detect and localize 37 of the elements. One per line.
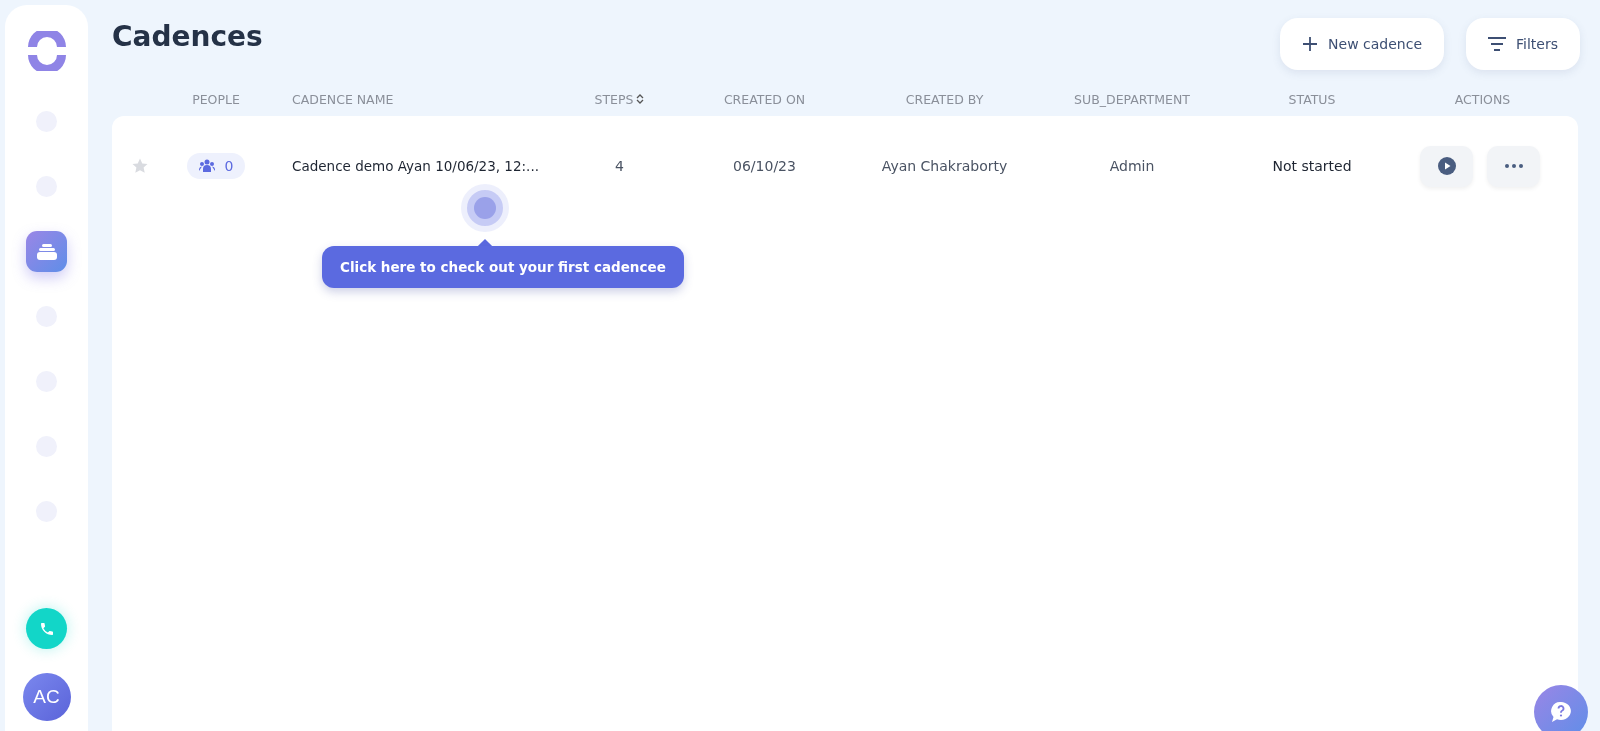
table-cell: 4	[615, 158, 624, 174]
more-button[interactable]	[1487, 145, 1540, 187]
column-header: SUB_DEPARTMENT	[1073, 91, 1191, 107]
column-header: STEPS	[572, 91, 667, 107]
sort-icon[interactable]	[636, 93, 645, 105]
column-header: CREATED ON	[722, 91, 807, 107]
status-text: Not started	[1272, 158, 1352, 174]
filters-button[interactable]: Filters	[1466, 18, 1580, 70]
more-icon	[1504, 164, 1523, 168]
phone-button[interactable]	[26, 608, 67, 649]
table-cell: Ayan Chakraborty	[881, 158, 1008, 174]
table-cell: Admin	[1109, 158, 1155, 174]
pulse-beacon-icon[interactable]	[461, 184, 509, 232]
table-cell: 06/10/23	[733, 158, 796, 174]
star-icon[interactable]	[131, 157, 149, 175]
play-button[interactable]	[1420, 145, 1473, 187]
help-chat-button[interactable]	[1534, 685, 1588, 731]
question-bubble-icon	[1549, 701, 1573, 723]
filter-icon	[1488, 37, 1507, 51]
people-icon	[198, 159, 215, 173]
nav-item[interactable]	[26, 231, 67, 272]
column-header: STATUS	[1287, 91, 1337, 107]
cadence-name-link[interactable]: Cadence demo Ayan 10/06/23, 12:...	[292, 158, 539, 174]
stack-icon	[35, 242, 58, 261]
column-header: CADENCE NAME	[291, 91, 395, 107]
ring-logo-icon	[26, 31, 67, 71]
column-header: CREATED BY	[904, 91, 985, 107]
column-header: PEOPLE	[191, 91, 241, 107]
user-avatar[interactable]: AC	[22, 673, 71, 721]
plus-icon	[1302, 36, 1319, 52]
column-header: ACTIONS	[1453, 91, 1512, 107]
play-icon	[1437, 157, 1456, 175]
new-cadence-button[interactable]: New cadence	[1280, 18, 1445, 70]
phone-icon	[38, 620, 55, 637]
page-title: Cadences	[112, 20, 263, 53]
people-count-badge[interactable]: 0	[186, 153, 246, 179]
onboarding-tooltip[interactable]: Click here to check out your first cadencee	[322, 246, 684, 288]
